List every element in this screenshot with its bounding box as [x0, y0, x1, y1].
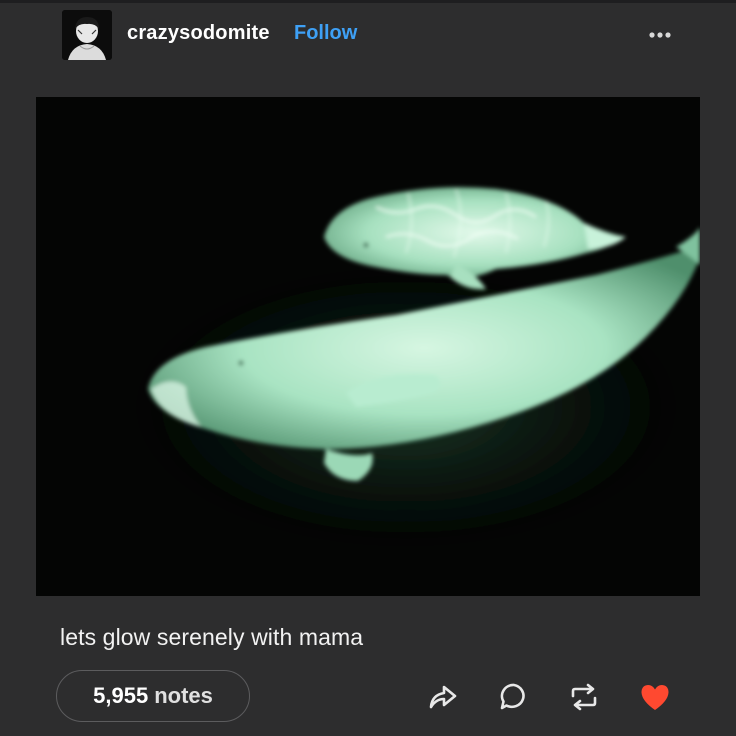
ellipsis-icon[interactable] [640, 22, 680, 48]
share-icon[interactable] [426, 680, 460, 714]
reblog-icon[interactable] [567, 680, 601, 714]
avatar-image [62, 10, 112, 60]
notes-count: 5,955 [93, 683, 149, 708]
post-card: crazysodomite Follow lets glow serenely … [0, 0, 736, 736]
follow-button[interactable]: Follow [294, 22, 357, 45]
reply-icon[interactable] [497, 680, 531, 714]
username[interactable]: crazysodomite [127, 22, 270, 45]
beluga-whales-image [36, 97, 700, 596]
heart-icon[interactable] [638, 680, 672, 714]
notes-button[interactable]: 5,955 notes [56, 670, 250, 722]
post-header: crazysodomite Follow [0, 0, 736, 80]
post-image[interactable] [36, 97, 700, 596]
notes-label: notes [154, 683, 213, 708]
avatar[interactable] [62, 10, 112, 60]
post-caption: lets glow serenely with mama [60, 624, 364, 650]
